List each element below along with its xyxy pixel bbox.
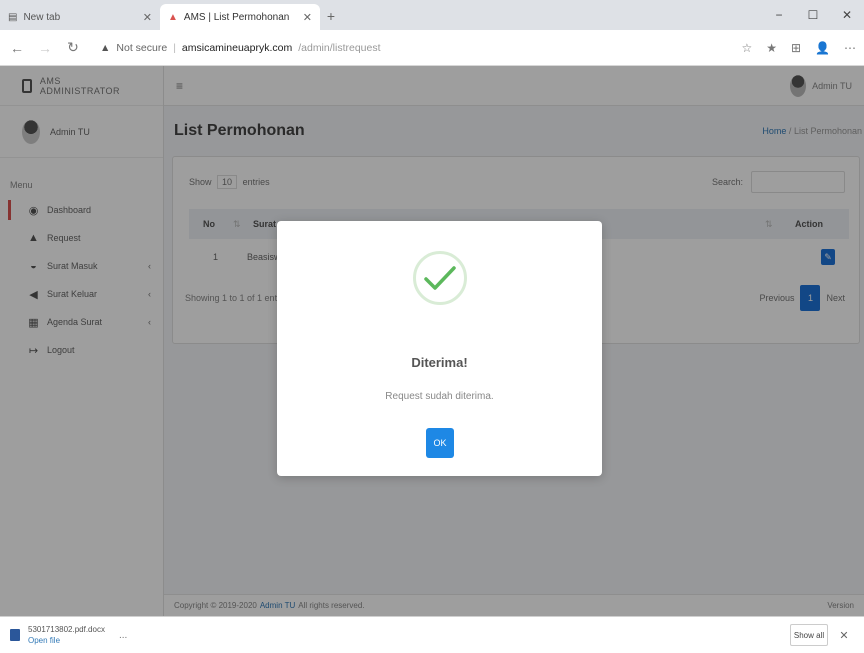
download-bar: 5301713802.pdf.docx Open file ... Show a… xyxy=(0,616,864,653)
reload-button[interactable]: ↻ xyxy=(64,39,82,56)
url-path: /admin/listrequest xyxy=(298,41,381,54)
url-separator: | xyxy=(173,41,176,54)
maximize-button[interactable]: ☐ xyxy=(796,8,830,22)
close-window-button[interactable]: ✕ xyxy=(830,8,864,22)
tab-title: AMS | List Permohonan xyxy=(183,11,290,23)
ok-button[interactable]: OK xyxy=(426,428,454,458)
tab-close-icon[interactable]: ✕ xyxy=(303,11,312,24)
browser-tab-new[interactable]: ▤ New tab ✕ xyxy=(0,4,160,30)
tab-title: New tab xyxy=(23,11,61,23)
collections-icon[interactable]: ⊞ xyxy=(791,41,801,55)
browser-address-bar: ← → ↻ ▲ Not secure | amsicamineuapryk.co… xyxy=(0,30,864,66)
download-item[interactable]: 5301713802.pdf.docx Open file ... xyxy=(10,624,150,646)
download-file-name: 5301713802.pdf.docx xyxy=(28,625,105,634)
checkmark-icon xyxy=(424,266,456,290)
show-all-downloads-button[interactable]: Show all xyxy=(790,624,828,646)
browser-toolbar: ☆ ★ ⊞ 👤 ⋯ xyxy=(741,41,856,55)
download-open-link[interactable]: Open file xyxy=(28,635,105,646)
success-dialog: Diterima! Request sudah diterima. OK xyxy=(277,221,602,476)
window-controls: − ☐ ✕ xyxy=(762,0,864,30)
forward-button[interactable]: → xyxy=(36,40,54,56)
word-file-icon xyxy=(10,629,20,641)
download-info: 5301713802.pdf.docx Open file xyxy=(28,624,105,646)
security-label: Not secure xyxy=(116,41,168,54)
download-more-button[interactable]: ... xyxy=(119,630,127,641)
profile-icon[interactable]: 👤 xyxy=(815,41,830,55)
back-button[interactable]: ← xyxy=(8,40,26,56)
new-tab-button[interactable]: + xyxy=(320,5,342,27)
close-download-bar-icon[interactable]: ✕ xyxy=(834,629,854,642)
url-host: amsicamineuapryk.com xyxy=(181,41,293,54)
browser-tab-active[interactable]: ▲ AMS | List Permohonan ✕ xyxy=(160,4,320,30)
dialog-message: Request sudah diterima. xyxy=(385,391,494,402)
favorite-star-icon[interactable]: ☆ xyxy=(741,41,752,55)
favorites-icon[interactable]: ★ xyxy=(766,41,777,55)
warning-icon: ▲ xyxy=(100,41,111,54)
url-field[interactable]: ▲ Not secure | amsicamineuapryk.com/admi… xyxy=(92,36,731,60)
tab-favicon-icon: ▲ xyxy=(168,11,178,23)
browser-tab-bar: ▤ New tab ✕ ▲ AMS | List Permohonan ✕ + … xyxy=(0,0,864,30)
tab-page-icon: ▤ xyxy=(8,11,18,23)
tab-close-icon[interactable]: ✕ xyxy=(143,11,152,24)
minimize-button[interactable]: − xyxy=(762,8,796,22)
dialog-title: Diterima! xyxy=(411,355,468,370)
success-check-icon xyxy=(413,251,467,305)
more-menu-icon[interactable]: ⋯ xyxy=(844,41,856,55)
